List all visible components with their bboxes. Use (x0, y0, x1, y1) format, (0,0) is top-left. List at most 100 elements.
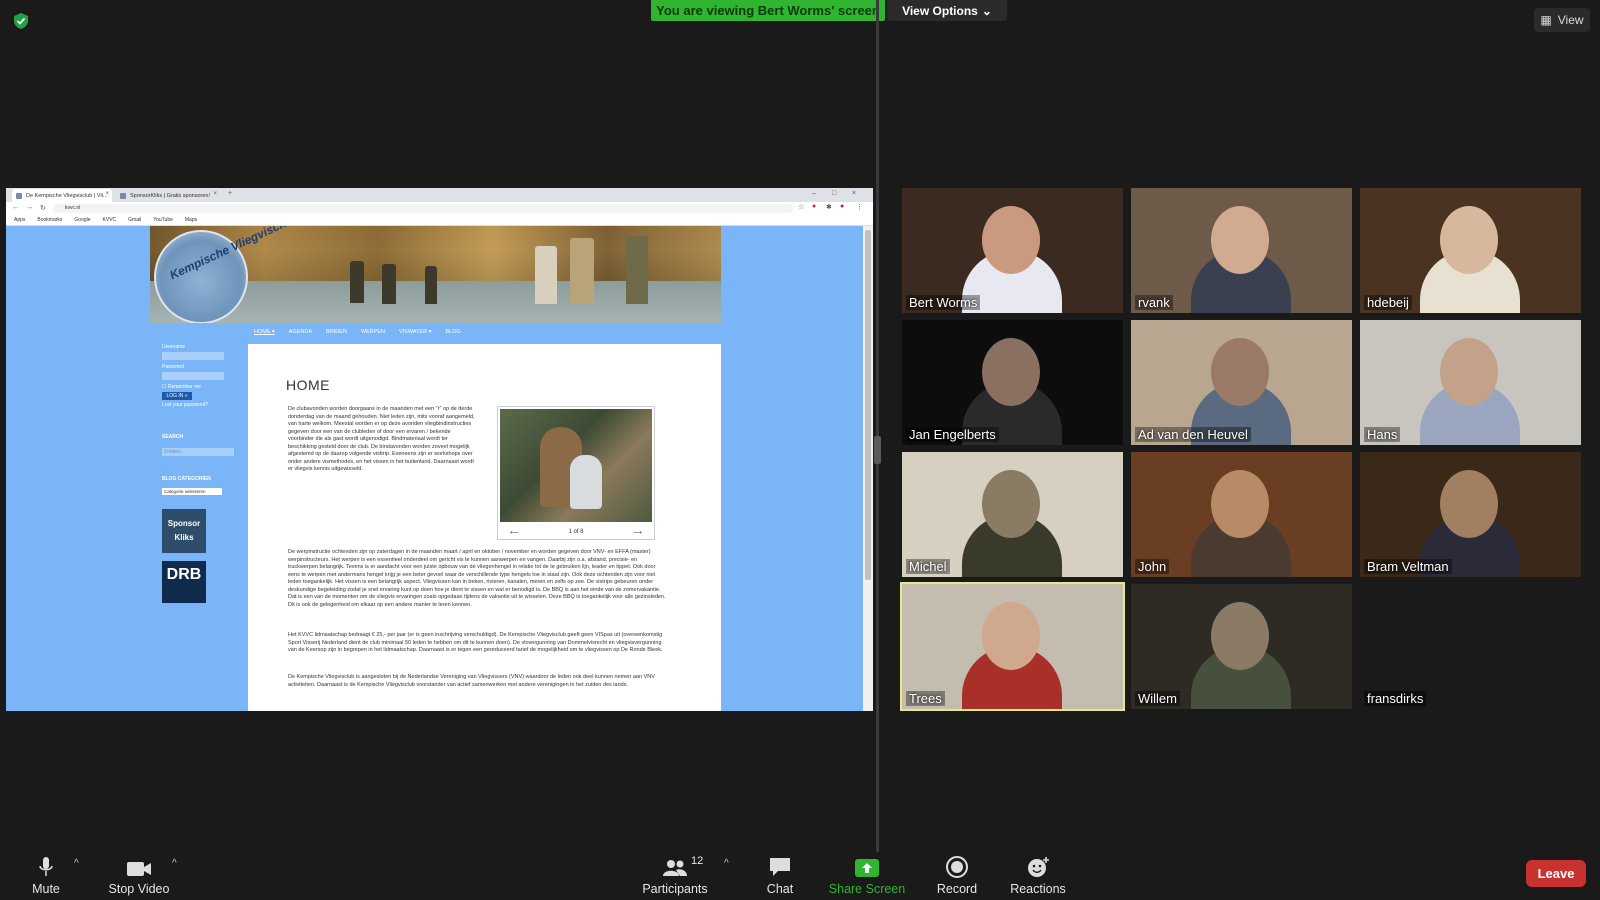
browser-tab-kvvc[interactable]: De Kempische Vliegvisclub | Vli... × (12, 189, 112, 202)
browser-tab-strip: De Kempische Vliegvisclub | Vli... × Spo… (6, 188, 873, 202)
video-tile[interactable]: Willem (1131, 584, 1352, 709)
close-tab-icon[interactable]: × (105, 191, 109, 197)
fisherman-figure (535, 246, 557, 304)
password-label: Password (162, 364, 184, 370)
werpinstructie-paragraph: De werpinstructie ochtenden zijn op zate… (288, 549, 666, 608)
chat-button[interactable]: Chat (757, 852, 803, 900)
nav-home[interactable]: HOME ▾ (254, 329, 275, 335)
reactions-label: Reactions (1010, 882, 1066, 896)
scroll-thumb[interactable] (865, 230, 871, 580)
drb-banner[interactable]: DRB (162, 561, 206, 603)
login-button[interactable]: LOG IN » (162, 392, 192, 400)
participant-face (982, 206, 1040, 274)
bookmark-apps[interactable]: Apps (14, 217, 25, 223)
menu-dots-icon[interactable]: ⋮ (856, 203, 863, 211)
club-logo[interactable]: Kempische Vliegvisclub (154, 226, 298, 323)
category-select[interactable]: Categorie selecteren (162, 488, 222, 495)
leave-button[interactable]: Leave (1526, 860, 1586, 887)
lost-password-link[interactable]: Lost your password? (162, 402, 242, 408)
blog-categories-heading: BLOG CATEGORIEN (162, 476, 211, 482)
participant-name: Bert Worms (906, 295, 981, 310)
view-options-button[interactable]: View Options ⌄ (887, 0, 1007, 21)
video-tile[interactable]: Bram Veltman (1360, 452, 1581, 577)
bookmark-bookmarks[interactable]: Bookmarks (37, 217, 62, 223)
lidmaatschap-paragraph: Het KVVC lidmaatschap bedraagt € 25,- pe… (288, 632, 663, 653)
bookmark-kvvc[interactable]: KVVC (103, 217, 117, 223)
split-drag-handle[interactable] (874, 436, 881, 464)
video-tile[interactable]: Ad van den Heuvel (1131, 320, 1352, 445)
close-tab-icon[interactable]: × (213, 191, 217, 197)
image-slider[interactable]: ⟵ 1 of 8 ⟶ (497, 406, 655, 540)
back-icon[interactable]: ← (12, 204, 19, 211)
nav-blog[interactable]: BLOG (445, 329, 460, 335)
prev-arrow-icon[interactable]: ⟵ (510, 529, 519, 536)
search-input[interactable]: Zoeken... (162, 448, 234, 456)
participant-face (1211, 470, 1269, 538)
tab-title: De Kempische Vliegvisclub | Vli... (26, 192, 108, 199)
video-tile[interactable]: Michel (902, 452, 1123, 577)
web-page: Kempische Vliegvisclub HOME ▾ AGENDA BIN… (6, 226, 863, 711)
bookmark-star-icon[interactable]: ☆ (798, 203, 804, 211)
video-tile[interactable]: Hans (1360, 320, 1581, 445)
nav-viswater[interactable]: VISWATER ▾ (399, 329, 431, 335)
video-tile[interactable]: fransdirks (1360, 584, 1581, 709)
page-scrollbar[interactable] (863, 226, 873, 711)
close-window-icon[interactable]: × (852, 190, 856, 197)
share-screen-icon (855, 859, 879, 877)
remember-label: Remember me (167, 384, 201, 390)
chat-label: Chat (766, 882, 794, 896)
password-field[interactable] (162, 372, 224, 380)
slider-nav: ⟵ 1 of 8 ⟶ (498, 525, 654, 539)
next-arrow-icon[interactable]: ⟶ (633, 529, 642, 536)
video-tile[interactable]: Jan Engelberts (902, 320, 1123, 445)
fisherman-figure (425, 266, 437, 304)
view-button[interactable]: ▦ View (1534, 8, 1590, 32)
audio-options-caret-icon[interactable]: ^ (74, 858, 79, 869)
tab-title: SponsorKliks | Gratis sponsoren! (130, 192, 210, 199)
video-tile[interactable]: John (1131, 452, 1352, 577)
participant-face (982, 470, 1040, 538)
profile-avatar-icon[interactable]: ● (840, 203, 844, 210)
remember-me[interactable]: ☐ Remember me (162, 384, 242, 390)
stop-video-label: Stop Video (108, 882, 170, 896)
participant-name: Hans (1364, 427, 1401, 442)
mute-button[interactable]: Mute (26, 852, 66, 900)
maximize-icon[interactable]: □ (832, 190, 836, 197)
security-shield-icon[interactable] (12, 12, 30, 30)
bookmark-maps[interactable]: Maps (185, 217, 197, 223)
fisherman-figure (570, 238, 594, 304)
minimize-icon[interactable]: – (812, 190, 816, 197)
participant-name: John (1135, 559, 1170, 574)
reactions-button[interactable]: Reactions (1004, 852, 1072, 900)
puzzle-extensions-icon[interactable]: ✱ (826, 203, 832, 211)
video-tile[interactable]: rvank (1131, 188, 1352, 313)
participants-caret-icon[interactable]: ^ (724, 858, 729, 869)
chat-bubble-icon (770, 858, 790, 876)
extension-icon[interactable]: ● (812, 203, 816, 210)
nav-agenda[interactable]: AGENDA (289, 329, 312, 335)
record-icon (946, 856, 968, 878)
bookmark-google[interactable]: Google (74, 217, 90, 223)
record-button[interactable]: Record (931, 852, 983, 900)
participant-name: Jan Engelberts (906, 427, 999, 442)
bookmark-youtube[interactable]: YouTube (153, 217, 173, 223)
split-divider[interactable] (876, 0, 879, 852)
shared-screen: De Kempische Vliegvisclub | Vli... × Spo… (6, 188, 873, 711)
sponsorkliks-banner[interactable]: Sponsor Kliks (162, 509, 206, 553)
username-field[interactable] (162, 352, 224, 360)
bookmark-gmail[interactable]: Gmail (128, 217, 141, 223)
nav-binden[interactable]: BINDEN (326, 329, 347, 335)
address-bar[interactable]: kvvc.nl (53, 204, 793, 213)
share-screen-button[interactable]: Share Screen (828, 852, 906, 900)
video-tile[interactable]: Bert Worms (902, 188, 1123, 313)
reload-icon[interactable]: ↻ (40, 204, 46, 212)
new-tab-icon[interactable]: + (228, 190, 232, 197)
video-options-caret-icon[interactable]: ^ (172, 858, 177, 869)
video-tile[interactable]: hdebeij (1360, 188, 1581, 313)
forward-icon[interactable]: → (26, 204, 33, 211)
video-tile[interactable]: Trees (900, 582, 1125, 711)
nav-werpen[interactable]: WERPEN (361, 329, 385, 335)
video-camera-icon (127, 862, 151, 876)
stop-video-button[interactable]: Stop Video (104, 852, 174, 900)
browser-tab-sponsorkliks[interactable]: SponsorKliks | Gratis sponsoren! × (116, 189, 220, 202)
